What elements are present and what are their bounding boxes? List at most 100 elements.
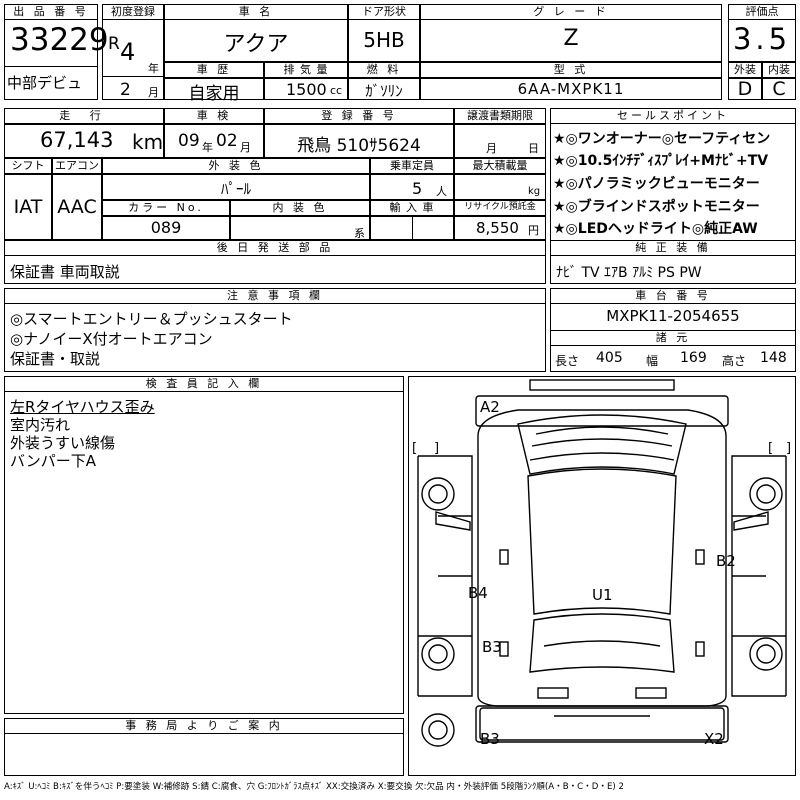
car-name-label: 車 名 (164, 4, 348, 20)
mark-rear-left: B3 (480, 730, 500, 748)
dims-label: 諸 元 (550, 330, 796, 346)
wheel-rear-left (421, 637, 455, 671)
wheel-front-left (421, 477, 455, 511)
insp-year-unit: 年 (202, 141, 213, 154)
mark-rear-right: X2 (704, 730, 724, 748)
reg-no: 飛鳥 510ｻ5624 (297, 136, 421, 156)
recycle-label: リサイクル預託金 (454, 200, 546, 216)
insp-year: 09 (178, 131, 200, 151)
svg-text:]: ] (434, 441, 439, 456)
history: 自家用 (188, 84, 240, 104)
width: 169 (680, 350, 707, 366)
legend: A:ｷｽﾞ U:ﾍｺﾐ B:ｷｽﾞを伴うﾍｺﾐ P:要塗装 W:補修跡 S:錆 … (4, 782, 624, 792)
ext-rating-label: 外装 (728, 62, 762, 78)
grade-label: グ レ ー ド (420, 4, 722, 20)
reg-year-unit: 年 (148, 62, 159, 75)
note-line: ◎スマートエントリー＆プッシュスタート (10, 310, 293, 328)
wheel-front-right (749, 477, 783, 511)
int-color-label: 内 装 色 (230, 200, 370, 216)
equip-label: 純 正 装 備 (550, 240, 796, 256)
transfer-month-unit: 月 (486, 142, 497, 155)
note-line: ◎ナノイーX付オートエアコン (10, 330, 213, 348)
shift: IAT (13, 196, 43, 218)
model-label: 型 式 (420, 62, 722, 78)
int-color-box (230, 216, 370, 240)
capacity-label: 乗車定員 (370, 158, 454, 174)
chassis-label: 車 台 番 号 (550, 288, 796, 304)
lot-no-label: 出 品 番 号 (4, 4, 98, 20)
door-type: 5HB (363, 28, 405, 52)
sales-item: ★◎LEDヘッドライト◎純正AW (553, 221, 758, 237)
height: 148 (760, 350, 787, 366)
int-rating: C (772, 78, 786, 100)
load-label: 最大積載量 (454, 158, 546, 174)
displacement: 1500 (286, 80, 327, 99)
reg-year: 4 (120, 38, 136, 66)
mileage: 67,143 (40, 128, 114, 152)
displacement-label: 排 気 量 (264, 62, 348, 78)
sales-item: ★◎ブラインドスポットモニター (553, 199, 760, 215)
mark-front: A2 (480, 398, 500, 416)
body-outline (477, 409, 727, 707)
car-diagram: [] [] A2 B2 B4 U1 B3 B3 X2 (412, 379, 791, 748)
sales-label: セールスポイント (550, 108, 796, 124)
equip: ﾅﾋﾞ TV ｴｱB ｱﾙﾐ PS PW (556, 265, 702, 281)
grade: Z (563, 26, 579, 51)
shift-label: シフト (4, 158, 52, 174)
inspector-label: 検 査 員 記 入 欄 (4, 376, 404, 392)
height-label: 高さ (722, 354, 747, 368)
mileage-label: 走 行 (4, 108, 164, 124)
sales-item: ★◎ワンオーナー◎セーフティセン (553, 131, 771, 147)
recycle: 8,550 (476, 219, 519, 237)
color-no: 089 (150, 218, 182, 237)
office-label: 事 務 局 よ り ご 案 内 (4, 718, 404, 734)
reg-month-unit: 月 (148, 86, 159, 99)
load-unit: kg (528, 186, 541, 197)
wheel-rear-right (749, 637, 783, 671)
fuel: ｶﾞｿﾘﾝ (365, 82, 403, 100)
hatch-outline (529, 613, 675, 673)
notes-label: 注 意 事 項 欄 (4, 288, 546, 304)
color-no-label: カラー No. (102, 200, 230, 216)
reg-month: 2 (120, 80, 131, 100)
first-reg-label: 初度登録 (102, 4, 164, 20)
car-name: アクア (223, 32, 289, 57)
displacement-unit: cc (330, 84, 343, 97)
ext-color-label: 外 装 色 (102, 158, 370, 174)
import-label: 輸 入 車 (370, 200, 454, 216)
era: R (108, 34, 120, 54)
insp-month: 02 (216, 131, 238, 151)
mark-left-rear: B3 (482, 638, 502, 656)
int-color-unit: 系 (354, 227, 365, 240)
debut-label: 中部デビュ (7, 74, 83, 92)
sales-item: ★◎10.5ｲﾝﾁﾃﾞｨｽﾌﾟﾚｲ+Mﾅﾋﾞ+TV (553, 153, 769, 169)
score-label: 評価点 (728, 4, 796, 20)
svg-text:[: [ (768, 441, 773, 456)
mark-roof: U1 (592, 586, 613, 604)
insp-month-unit: 月 (240, 141, 251, 154)
chassis-no: MXPK11-2054655 (606, 307, 740, 325)
capacity-unit: 人 (436, 185, 447, 198)
lot-no: 33229 (10, 22, 109, 58)
note-line: 保証書・取説 (10, 350, 101, 368)
int-rating-label: 内装 (762, 62, 796, 78)
capacity: 5 (412, 179, 423, 198)
transfer-day-unit: 日 (528, 142, 539, 155)
mark-left-side: B4 (468, 584, 488, 602)
spare-wheel (421, 713, 455, 747)
svg-text:[: [ (412, 441, 417, 456)
later-parts: 保証書 車両取説 (10, 263, 120, 281)
later-parts-label: 後 日 発 送 部 品 (4, 240, 546, 256)
length-label: 長さ (555, 354, 580, 368)
score: 3.5 (732, 22, 792, 56)
history-label: 車 歴 (164, 62, 264, 78)
ext-rating: D (737, 78, 753, 100)
door-label: ドア形状 (348, 4, 420, 20)
rear-bumper-outline (475, 705, 729, 743)
top-bar-outline (529, 379, 675, 391)
inspection-label: 車 検 (164, 108, 264, 124)
ac: AAC (57, 196, 97, 218)
mark-right-side: B2 (716, 552, 736, 570)
right-mirror-outline (733, 511, 769, 531)
reg-no-label: 登 録 番 号 (264, 108, 454, 124)
